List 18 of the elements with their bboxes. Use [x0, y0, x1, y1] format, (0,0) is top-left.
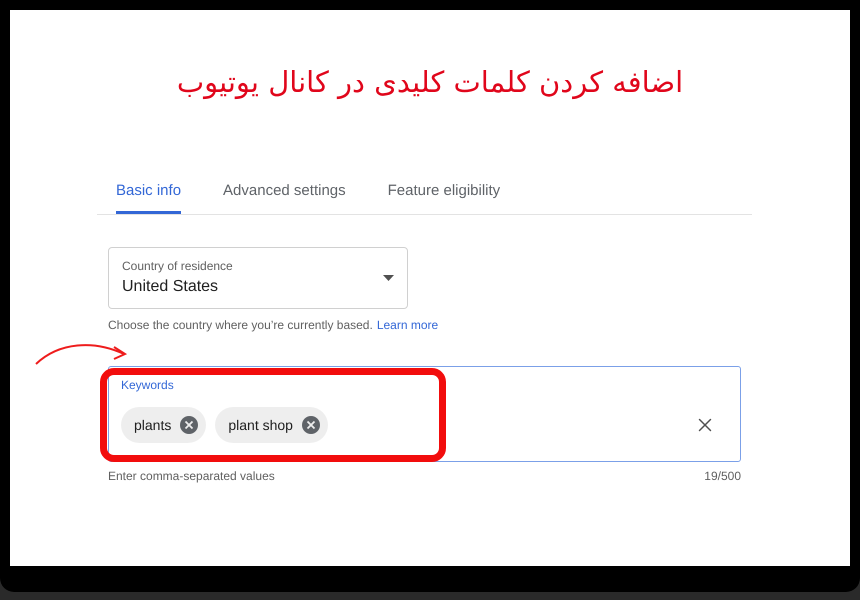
- character-counter: 19/500: [704, 468, 741, 484]
- helper-text: Enter comma-separated values: [108, 468, 275, 484]
- keywords-field[interactable]: Keywords plants plant shop: [108, 366, 741, 462]
- keyword-chip[interactable]: plant shop: [215, 407, 328, 443]
- field-label: Keywords: [121, 377, 175, 393]
- page-title: اضافه کردن کلمات کلیدی در کانال یوتیوب: [176, 64, 684, 102]
- tab[interactable]: Advanced settings: [223, 178, 346, 214]
- remove-chip-icon[interactable]: [180, 416, 198, 434]
- country-dropdown[interactable]: Country of residence United States: [108, 247, 408, 309]
- keyword-chip[interactable]: plants: [121, 407, 206, 443]
- helper-text: Choose the country where you’re currently based.: [108, 317, 373, 333]
- learn-more-link[interactable]: Learn more: [376, 317, 438, 333]
- remove-chip-icon[interactable]: [302, 416, 320, 434]
- dropdown-caret-icon: [383, 275, 394, 281]
- tab[interactable]: Feature eligibility: [388, 178, 500, 214]
- tab[interactable]: Basic info: [116, 178, 182, 214]
- field-label: Country of residence: [122, 258, 234, 274]
- field-value: United States: [122, 277, 220, 297]
